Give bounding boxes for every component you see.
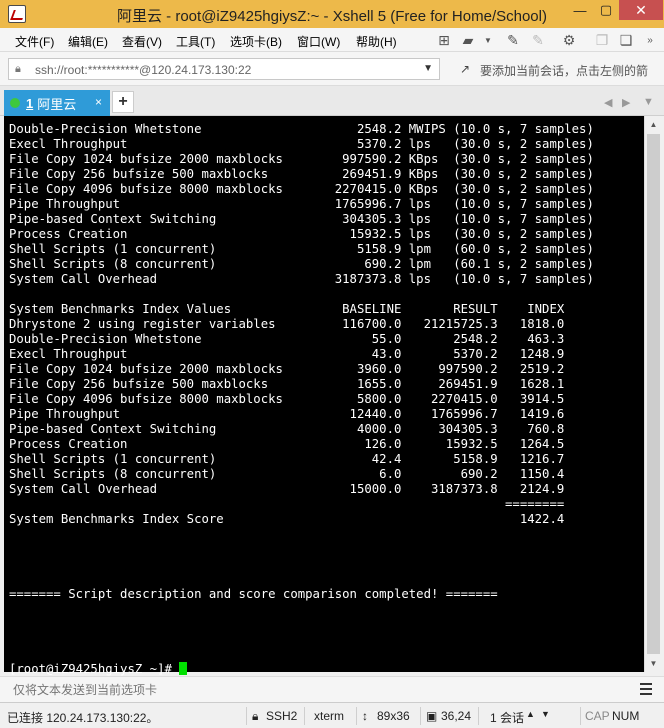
status-protocol: SSH2 xyxy=(266,709,298,723)
terminal-line: Shell Scripts (8 concurrent) 690.2 lpm (… xyxy=(9,257,594,271)
menu-tabs[interactable]: 选项卡(B) xyxy=(230,33,282,50)
tab-list-icon[interactable]: ▼ xyxy=(643,96,654,108)
terminal-line: System Benchmarks Index Values BASELINE … xyxy=(9,302,565,316)
size-icon: ↕ xyxy=(362,709,368,723)
status-num: NUM xyxy=(612,709,640,723)
terminal-output[interactable]: Double-Precision Whetstone 2548.2 MWIPS … xyxy=(4,116,644,676)
menu-window[interactable]: 窗口(W) xyxy=(297,33,340,50)
terminal-line: File Copy 1024 bufsize 2000 maxblocks 39… xyxy=(9,362,565,376)
terminal-line: ======== xyxy=(9,497,565,511)
tab-number: 1 xyxy=(26,95,34,111)
connected-status-icon xyxy=(10,98,20,108)
menu-tools[interactable]: 工具(T) xyxy=(176,33,215,50)
status-cap: CAP xyxy=(585,709,610,723)
scrollbar-thumb[interactable] xyxy=(647,134,660,654)
terminal-line: ======= Script description and score com… xyxy=(9,587,498,601)
terminal-line: Execl Throughput 5370.2 lps (30.0 s, 2 s… xyxy=(9,137,594,151)
send-text-input[interactable] xyxy=(4,679,632,701)
copy-icon[interactable]: ❐ xyxy=(592,31,612,49)
new-session-icon[interactable]: ⊞ xyxy=(434,31,454,49)
protocol-icon: 🔒︎ xyxy=(252,709,259,723)
menu-help[interactable]: 帮助(H) xyxy=(356,33,397,50)
terminal-line: File Copy 4096 bufsize 8000 maxblocks 58… xyxy=(9,392,565,406)
terminal-line: Process Creation 126.0 15932.5 1264.5 xyxy=(9,437,565,451)
shell-prompt-line: [root@iZ9425hgiysZ ~]# xyxy=(9,662,188,677)
status-cursor-pos: 36,24 xyxy=(441,709,472,723)
terminal-line: File Copy 256 bufsize 500 maxblocks 1655… xyxy=(9,377,565,391)
terminal-line: File Copy 256 bufsize 500 maxblocks 2694… xyxy=(9,167,594,181)
add-session-arrow-icon[interactable]: ↗ xyxy=(460,62,470,76)
terminal-line: System Call Overhead 15000.0 3187373.8 2… xyxy=(9,482,565,496)
status-separator xyxy=(420,707,421,725)
status-bar: 已连接 120.24.173.130:22。 🔒︎ SSH2 xterm ↕ 8… xyxy=(0,702,664,728)
properties-icon[interactable]: ⚙ xyxy=(559,31,579,49)
session-up-icon[interactable]: ▲ xyxy=(526,709,535,719)
open-folder-icon[interactable]: ▰ xyxy=(458,31,478,49)
shell-prompt: [root@iZ9425hgiysZ ~]# xyxy=(9,662,180,676)
minimize-button[interactable]: — xyxy=(567,0,593,20)
terminal-line: Dhrystone 2 using register variables 116… xyxy=(9,317,565,331)
terminal-line: Shell Scripts (1 concurrent) 5158.9 lpm … xyxy=(9,242,594,256)
status-separator xyxy=(478,707,479,725)
chevron-down-icon[interactable]: ▼ xyxy=(478,31,498,49)
terminal-line: Process Creation 15932.5 lps (30.0 s, 2 … xyxy=(9,227,594,241)
terminal-line: Pipe Throughput 12440.0 1765996.7 1419.6 xyxy=(9,407,565,421)
add-tab-button[interactable]: + xyxy=(112,91,134,113)
status-separator xyxy=(356,707,357,725)
session-down-icon[interactable]: ▼ xyxy=(541,709,550,719)
cursor-pos-icon: ▣ xyxy=(426,709,438,723)
toolbar-overflow-icon[interactable]: » xyxy=(640,31,660,49)
address-hint: 要添加当前会话，点击左侧的箭 xyxy=(480,64,649,78)
terminal-line: Double-Precision Whetstone 55.0 2548.2 4… xyxy=(9,332,565,346)
status-separator xyxy=(304,707,305,725)
terminal-line: Pipe-based Context Switching 304305.3 lp… xyxy=(9,212,594,226)
scroll-down-icon[interactable]: ▼ xyxy=(645,655,662,672)
title-bar: 阿里云 - root@iZ9425hgiysZ:~ - Xshell 5 (Fr… xyxy=(0,0,664,28)
terminal-scrollbar[interactable]: ▲ ▼ xyxy=(644,116,662,672)
scroll-up-icon[interactable]: ▲ xyxy=(645,116,662,133)
tab-close-icon[interactable]: × xyxy=(95,95,102,109)
menu-file[interactable]: 文件(F) xyxy=(15,33,54,50)
terminal-line: System Call Overhead 3187373.8 lps (10.0… xyxy=(9,272,594,286)
terminal-line: Execl Throughput 43.0 5370.2 1248.9 xyxy=(9,347,565,361)
terminal-line: File Copy 4096 bufsize 8000 maxblocks 22… xyxy=(9,182,594,196)
lock-icon: 🔒︎ xyxy=(15,63,21,75)
tab-label: 阿里云 xyxy=(37,96,77,112)
menu-edit[interactable]: 编辑(E) xyxy=(68,33,108,50)
reconnect-icon[interactable]: ✎ xyxy=(528,31,548,49)
close-button[interactable]: ✕ xyxy=(619,0,663,20)
tab-next-icon[interactable]: ▶ xyxy=(622,96,630,109)
status-separator xyxy=(246,707,247,725)
address-box[interactable]: 🔒︎ ssh://root:***********@120.24.173.130… xyxy=(8,58,440,80)
send-bar xyxy=(0,676,664,702)
status-size: 89x36 xyxy=(377,709,410,723)
tab-prev-icon[interactable]: ◀ xyxy=(604,96,612,109)
tab-bar: 1 阿里云 × + ◀ ▶ ▼ xyxy=(0,86,664,116)
disconnect-icon[interactable]: ✎ xyxy=(503,31,523,49)
terminal-line: System Benchmarks Index Score 1422.4 xyxy=(9,512,565,526)
maximize-button[interactable]: ▢ xyxy=(594,0,618,20)
status-sessions: 1 会话 xyxy=(490,711,525,725)
status-separator xyxy=(580,707,581,725)
status-connection: 已连接 120.24.173.130:22。 xyxy=(7,711,159,725)
terminal-cursor xyxy=(179,662,188,675)
address-dropdown-icon[interactable]: ▼ xyxy=(423,63,433,74)
terminal-line: Shell Scripts (8 concurrent) 6.0 690.2 1… xyxy=(9,467,565,481)
window-title: 阿里云 - root@iZ9425hgiysZ:~ - Xshell 5 (Fr… xyxy=(117,8,547,25)
terminal-line: Double-Precision Whetstone 2548.2 MWIPS … xyxy=(9,122,594,136)
address-bar: 🔒︎ ssh://root:***********@120.24.173.130… xyxy=(0,52,664,86)
hamburger-menu-icon[interactable] xyxy=(640,683,652,695)
tab-aliyun[interactable]: 1 阿里云 × xyxy=(4,90,110,116)
terminal-line: Pipe Throughput 1765996.7 lps (10.0 s, 7… xyxy=(9,197,594,211)
menu-view[interactable]: 查看(V) xyxy=(122,33,162,50)
terminal-line: File Copy 1024 bufsize 2000 maxblocks 99… xyxy=(9,152,594,166)
terminal-line: Pipe-based Context Switching 4000.0 3043… xyxy=(9,422,565,436)
address-value: ssh://root:***********@120.24.173.130:22 xyxy=(35,63,252,77)
paste-icon[interactable]: ❏ xyxy=(616,31,636,49)
terminal-line: Shell Scripts (1 concurrent) 42.4 5158.9… xyxy=(9,452,565,466)
status-term: xterm xyxy=(314,709,344,723)
